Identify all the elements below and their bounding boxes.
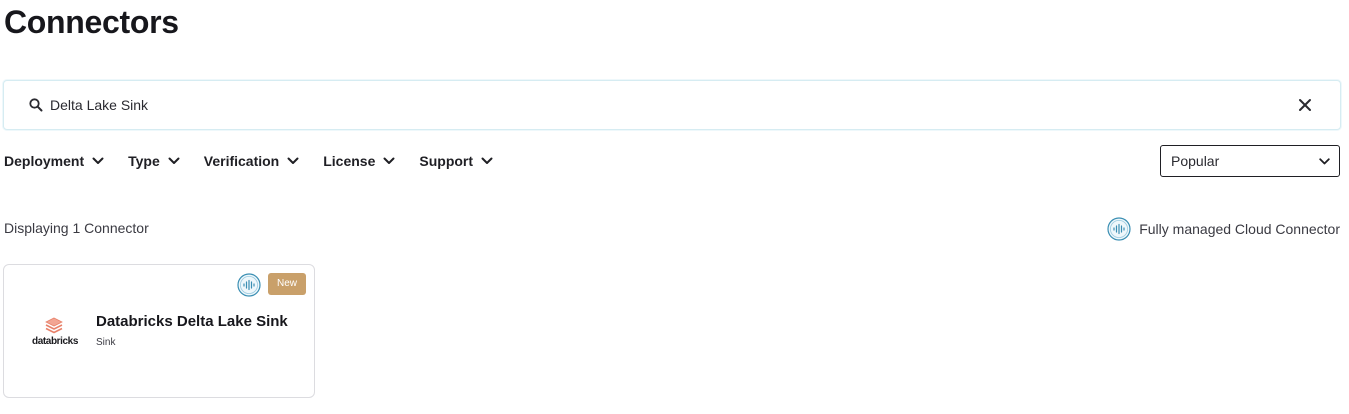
chevron-down-icon xyxy=(1319,157,1330,164)
close-icon[interactable] xyxy=(1298,98,1312,112)
legend-label: Fully managed Cloud Connector xyxy=(1139,221,1340,237)
page-title: Connectors xyxy=(4,4,179,40)
connector-title[interactable]: Databricks Delta Lake Sink xyxy=(96,313,288,330)
filter-label: License xyxy=(323,153,376,169)
results-count: Displaying 1 Connector xyxy=(4,220,149,236)
cloud-connector-icon xyxy=(1107,217,1131,241)
filter-license[interactable]: License xyxy=(323,153,395,169)
filter-label: Support xyxy=(419,153,474,169)
connector-type: Sink xyxy=(96,337,116,348)
filter-support[interactable]: Support xyxy=(419,153,493,169)
sort-select[interactable]: Popular xyxy=(1160,145,1340,177)
filter-deployment[interactable]: Deployment xyxy=(4,153,104,169)
databricks-logo: databricks xyxy=(26,317,84,351)
chevron-down-icon xyxy=(287,157,299,164)
chevron-down-icon xyxy=(481,157,493,164)
filter-label: Deployment xyxy=(4,153,85,169)
chevron-down-icon xyxy=(383,157,395,164)
logo-wordmark: databricks xyxy=(31,336,79,347)
filter-bar: Deployment Type Verification License Sup… xyxy=(4,150,517,172)
search-box[interactable] xyxy=(3,80,1341,130)
databricks-logo-icon xyxy=(45,317,63,334)
chevron-down-icon xyxy=(168,157,180,164)
sort-selected-value: Popular xyxy=(1171,153,1220,169)
filter-type[interactable]: Type xyxy=(128,153,180,169)
search-input[interactable] xyxy=(50,93,1250,117)
filter-label: Type xyxy=(128,153,160,169)
connectors-page: Connectors Deployment Type Verification … xyxy=(0,0,1349,414)
filter-label: Verification xyxy=(203,153,280,169)
chevron-down-icon xyxy=(92,157,104,164)
cloud-connector-icon xyxy=(237,273,261,297)
connector-card[interactable]: New databricks Databricks Delta Lake Sin… xyxy=(3,264,315,398)
search-icon xyxy=(29,98,43,112)
filter-verification[interactable]: Verification xyxy=(204,153,299,169)
cloud-connector-legend: Fully managed Cloud Connector xyxy=(1107,217,1340,241)
new-badge: New xyxy=(268,273,306,295)
